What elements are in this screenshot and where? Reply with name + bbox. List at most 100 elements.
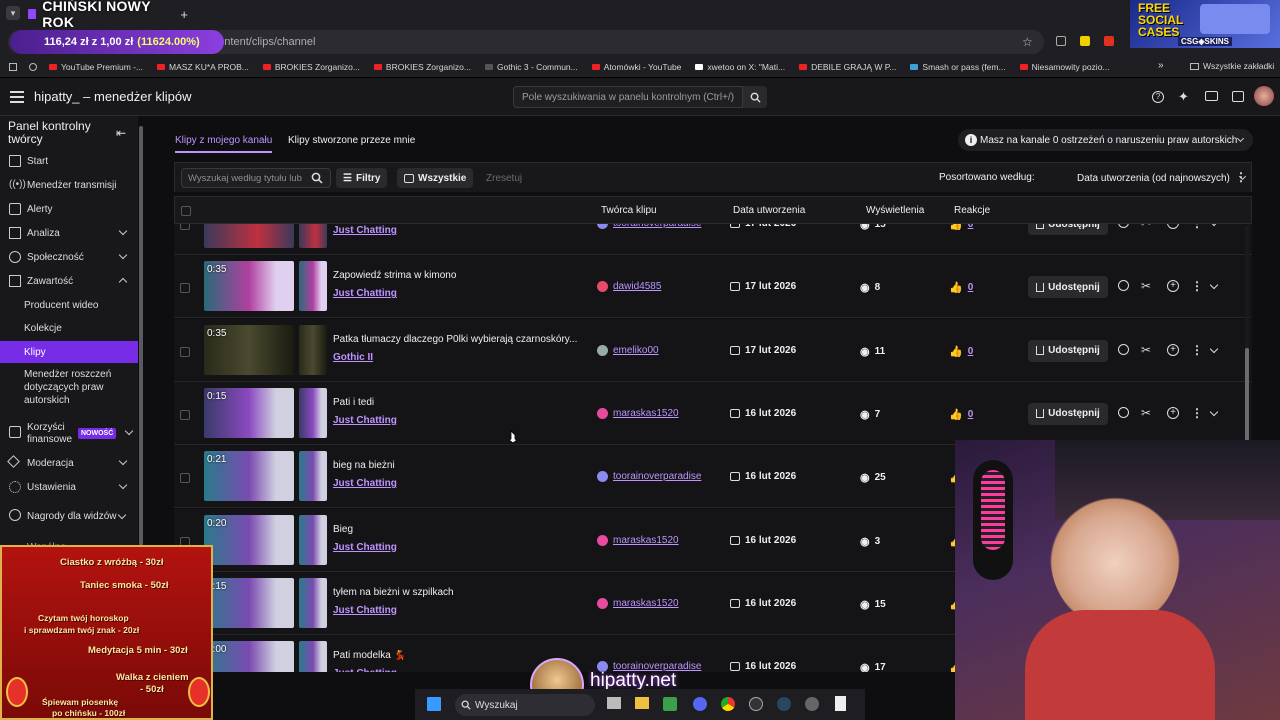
clip-reactions[interactable]: 👍0 [949,224,973,231]
sidebar-item-community[interactable]: Społeczność [0,246,140,268]
browser-tab[interactable]: CHIŃSKI NOWY ROK + [28,0,188,30]
clip-title[interactable]: Pati modelka 💃 [333,650,406,661]
tab-list-icon[interactable]: ▾ [6,6,20,20]
table-row[interactable]: 0:15 Pati i tedi Just Chatting maraskas1520… [174,381,1252,445]
chat-icon[interactable] [1232,91,1244,102]
more-options-icon[interactable]: ⋮ [1191,344,1203,358]
clip-title[interactable]: bieg na bieżni [333,460,395,471]
bookmark[interactable]: DEBILE GRAJĄ W P... [799,62,896,72]
store-icon[interactable] [663,697,677,711]
clip-thumbnail[interactable]: 0:15 [204,387,327,438]
rotate-icon[interactable] [1118,280,1129,292]
all-dropdown[interactable]: Wszystkie [397,168,474,188]
row-checkbox[interactable] [180,346,190,357]
chrome-icon[interactable] [29,62,37,71]
sidebar-item-start[interactable]: Start [0,150,140,172]
rotate-icon[interactable] [1118,224,1129,228]
add-icon[interactable]: + [1167,343,1179,356]
bookmark[interactable]: MASZ KU*A PROB... [157,62,249,72]
column-date[interactable]: Data utworzenia [733,205,805,216]
scissors-icon[interactable]: ✂ [1141,224,1155,231]
clip-thumbnail[interactable]: 0:35 [204,324,327,375]
filters-button[interactable]: ☰ Filtry [336,168,388,188]
column-reactions[interactable]: Reakcje [954,205,990,216]
row-checkbox[interactable] [180,473,190,484]
scissors-icon[interactable]: ✂ [1141,280,1155,294]
tab-my-clips[interactable]: Klipy stworzone przeze mnie [288,135,415,146]
clip-thumbnail[interactable]: 0:20 [204,514,327,565]
extension-yellow-icon[interactable] [1080,36,1090,46]
bookmark[interactable]: Smash or pass (fem... [910,62,1006,72]
all-bookmarks[interactable]: Wszystkie zakładki [1190,61,1274,71]
sidebar-item-viewer-rewards[interactable]: Nagrody dla widzów [0,504,118,530]
share-button[interactable]: Udostępnij [1028,339,1108,362]
file-explorer-icon[interactable] [635,697,649,709]
bookmark[interactable]: YouTube Premium -... [49,62,143,72]
menu-icon[interactable] [10,91,24,103]
scissors-icon[interactable]: ✂ [1141,407,1155,421]
share-button[interactable]: Udostępnij [1028,224,1108,235]
clip-category-link[interactable]: Just Chatting [333,542,397,553]
row-checkbox[interactable] [180,409,190,420]
search-button[interactable] [743,86,767,108]
bookmark[interactable]: BROKIES Zorganizo... [262,62,360,72]
task-view-icon[interactable] [607,697,621,709]
bookmark[interactable]: Atomówki - YouTube [591,62,681,72]
clip-category-link[interactable]: Just Chatting [333,415,397,426]
sidebar-item-clips[interactable]: Klipy [0,341,140,363]
clip-creator-link[interactable]: toorainoverparadise [597,224,701,229]
share-button[interactable]: Udostępnij [1028,402,1108,425]
clip-title[interactable]: tyłem na bieżni w szpilkach [333,587,454,598]
clip-creator-link[interactable]: emeliko00 [597,344,659,356]
table-row[interactable]: Just Chatting toorainoverparadise 17 lut 2… [174,224,1252,255]
sidebar-scroll-thumb[interactable] [139,126,143,546]
clip-category-link[interactable]: Gothic II [333,352,373,363]
sidebar-item-copyright-claims[interactable]: Menedżer roszczeń dotyczących praw autor… [0,368,120,408]
add-icon[interactable]: + [1167,280,1179,293]
document-icon[interactable] [835,696,846,711]
bookmark[interactable]: Gothic 3 - Commun... [484,62,578,72]
column-views[interactable]: Wyświetlenia [866,205,924,216]
clip-title[interactable]: Pati i tedi [333,397,374,408]
row-checkbox[interactable] [180,224,190,230]
clip-category-link[interactable]: Just Chatting [333,668,397,672]
select-all-checkbox[interactable] [181,206,191,216]
reset-button[interactable]: Zresetuj [479,168,529,188]
bookmark[interactable]: xwetoo on X: "Mati... [695,62,785,72]
clip-thumbnail[interactable]: 1:00 [204,641,327,672]
clip-search-input[interactable]: Wyszukaj według tytułu lub [181,168,331,188]
avatar[interactable] [1254,86,1274,106]
windows-start-icon[interactable] [427,697,441,711]
clip-title[interactable]: Patka tłumaczy dlaczego P0lki wybierają … [333,334,577,345]
clip-category-link[interactable]: Just Chatting [333,288,397,299]
clip-title[interactable]: Zapowiedź strima w kimono [333,270,456,281]
sidebar-item-analytics[interactable]: Analiza [0,222,140,244]
copyright-notice[interactable]: i Masz na kanale 0 ostrzeżeń o naruszeni… [958,129,1253,151]
discord-icon[interactable] [693,697,707,711]
clip-creator-link[interactable]: maraskas1520 [597,597,679,609]
dashboard-search-input[interactable]: Pole wyszukiwania w panelu kontrolnym (C… [513,86,743,108]
more-bookmarks-icon[interactable]: » [1158,60,1164,71]
clip-category-link[interactable]: Just Chatting [333,478,397,489]
expand-chevron-icon[interactable] [1209,281,1219,290]
more-options-icon[interactable]: ⋮ [1191,224,1203,231]
obs-icon[interactable] [749,697,763,711]
sidebar-item-video-producer[interactable]: Producent wideo [0,294,140,316]
more-options-icon[interactable]: ⋮ [1191,280,1203,294]
clip-reactions[interactable]: 👍0 [949,281,973,294]
add-icon[interactable]: + [1167,224,1179,229]
add-icon[interactable]: + [1167,406,1179,419]
chrome-icon[interactable] [721,697,735,711]
sidebar-item-stream-manager[interactable]: ((•)) Menedżer transmisji [0,174,140,196]
extension-icon[interactable] [1056,36,1066,46]
clip-category-link[interactable]: Just Chatting [333,225,397,236]
search-icon[interactable] [311,171,323,189]
share-button[interactable]: Udostępnij [1028,276,1108,299]
scissors-icon[interactable]: ✂ [1141,344,1155,358]
expand-chevron-icon[interactable] [1209,344,1219,353]
extension-red-icon[interactable] [1104,36,1114,46]
table-scroll-thumb[interactable] [1245,348,1249,444]
rotate-icon[interactable] [1118,343,1129,355]
apps-icon[interactable] [9,62,17,71]
star-icon[interactable]: ☆ [1022,35,1033,49]
